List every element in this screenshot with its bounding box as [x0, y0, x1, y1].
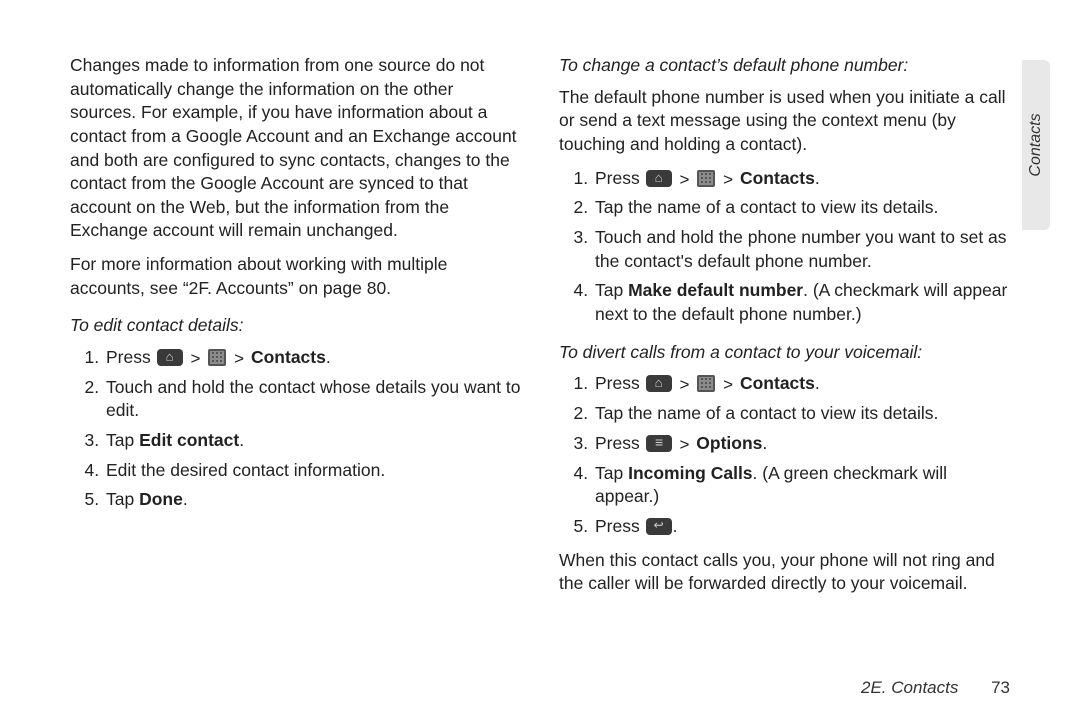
subheading: To change a contact’s default phone numb…: [559, 54, 1010, 78]
text: Press: [595, 516, 645, 536]
paragraph: Changes made to information from one sou…: [70, 54, 521, 243]
list-item: Tap Edit contact.: [104, 429, 521, 453]
chevron-icon: >: [679, 170, 689, 189]
chevron-icon: >: [190, 349, 200, 368]
apps-grid-icon: [697, 170, 715, 187]
text: Tap: [595, 280, 628, 300]
paragraph: When this contact calls you, your phone …: [559, 549, 1010, 596]
chevron-icon: >: [723, 375, 733, 394]
steps-list: Press > > Contacts. Tap the name of a co…: [559, 372, 1010, 538]
subheading: To edit contact details:: [70, 314, 521, 338]
list-item: Edit the desired contact information.: [104, 459, 521, 483]
page-body: Changes made to information from one sou…: [0, 0, 1080, 606]
paragraph: For more information about working with …: [70, 253, 521, 300]
list-item: Tap Make default number. (A checkmark wi…: [593, 279, 1010, 326]
apps-grid-icon: [697, 375, 715, 392]
text: Tap: [106, 489, 139, 509]
menu-key-icon: [646, 435, 672, 452]
text-bold: Make default number: [628, 280, 803, 300]
list-item: Touch and hold the contact whose details…: [104, 376, 521, 423]
chevron-icon: >: [234, 349, 244, 368]
list-item: Touch and hold the phone number you want…: [593, 226, 1010, 273]
right-column: To change a contact’s default phone numb…: [559, 54, 1010, 606]
text: Tap: [106, 430, 139, 450]
left-column: Changes made to information from one sou…: [70, 54, 521, 606]
list-item: Press > Options.: [593, 432, 1010, 456]
steps-list: Press > > Contacts. Touch and hold the c…: [70, 346, 521, 512]
thumb-tab-label: Contacts: [1027, 113, 1045, 176]
text: Press: [595, 168, 645, 188]
text-bold: Options: [696, 433, 762, 453]
paragraph: The default phone number is used when yo…: [559, 86, 1010, 157]
list-item: Tap the name of a contact to view its de…: [593, 402, 1010, 426]
text-bold: Contacts: [251, 347, 326, 367]
page-footer: 2E. Contacts 73: [861, 678, 1010, 698]
home-key-icon: [157, 349, 183, 366]
text-bold: Contacts: [740, 168, 815, 188]
list-item: Press > > Contacts.: [104, 346, 521, 370]
text: Tap: [595, 463, 628, 483]
list-item: Press > > Contacts.: [593, 372, 1010, 396]
text: Press: [595, 373, 645, 393]
text-bold: Contacts: [740, 373, 815, 393]
text-bold: Edit contact: [139, 430, 239, 450]
text-bold: Incoming Calls: [628, 463, 752, 483]
home-key-icon: [646, 375, 672, 392]
text-bold: Done: [139, 489, 183, 509]
list-item: Press > > Contacts.: [593, 167, 1010, 191]
chevron-icon: >: [723, 170, 733, 189]
chevron-icon: >: [679, 375, 689, 394]
subheading: To divert calls from a contact to your v…: [559, 341, 1010, 365]
thumb-tab: Contacts: [1022, 60, 1050, 230]
apps-grid-icon: [208, 349, 226, 366]
home-key-icon: [646, 170, 672, 187]
list-item: Press .: [593, 515, 1010, 539]
text: Press: [106, 347, 156, 367]
footer-section: 2E. Contacts: [861, 678, 958, 697]
back-key-icon: [646, 518, 672, 535]
list-item: Tap Incoming Calls. (A green checkmark w…: [593, 462, 1010, 509]
chevron-icon: >: [679, 435, 689, 454]
list-item: Tap the name of a contact to view its de…: [593, 196, 1010, 220]
text: Press: [595, 433, 645, 453]
page-number: 73: [991, 678, 1010, 697]
list-item: Tap Done.: [104, 488, 521, 512]
steps-list: Press > > Contacts. Tap the name of a co…: [559, 167, 1010, 327]
